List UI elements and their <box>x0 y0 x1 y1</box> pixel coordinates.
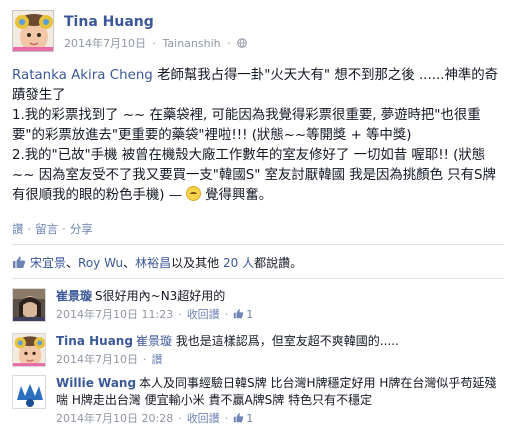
likes-summary: 宋宜景、Roy Wu、林裕昌以及其他 20 人都說讚。 <box>12 254 302 271</box>
comment-line: 崔景璇 S很好用內~N3超好用的 <box>56 288 504 305</box>
commenter-name[interactable]: Willie Wang <box>56 376 136 390</box>
post-paragraph-3: 2.我的"已故"手機 被曾在機殼大廠工作數年的室友修好了 一切如昔 喔耶!! (… <box>12 146 504 206</box>
action-separator: · <box>27 222 32 236</box>
meta-separator: · <box>227 37 231 50</box>
meta-separator: · <box>224 308 229 321</box>
post-meta: 2014年7月10日 · Tainanshih · <box>64 35 247 51</box>
liker-name[interactable]: 宋宜景 <box>30 256 66 270</box>
comment-line: Willie Wang 本人及同事經驗日韓S牌 比台灣H牌穩定好用 H牌在台灣似乎… <box>56 375 504 409</box>
liker-name[interactable]: Roy Wu <box>78 256 123 270</box>
tagged-user[interactable]: 崔景璇 <box>136 334 172 348</box>
thumbs-up-icon <box>233 309 244 319</box>
post-date[interactable]: 2014年7月10日 <box>64 37 146 50</box>
comment-text: 我也是這樣認爲，但室友超不爽韓國的..... <box>171 334 399 348</box>
meta-separator: · <box>178 308 182 321</box>
smiley-emoticon-icon <box>186 186 202 201</box>
comment-like-count[interactable]: 1 <box>246 308 253 321</box>
divider <box>12 244 504 245</box>
comment-meta: 2014年7月10日 20:28 · 收回讚 · 1 <box>56 410 504 427</box>
likes-text: 以及其他 <box>171 256 220 270</box>
commenter-name[interactable]: 崔景璇 <box>56 289 92 303</box>
commenter-avatar[interactable] <box>12 288 46 322</box>
unlike-button[interactable]: 收回讚 <box>187 308 220 321</box>
comment-button[interactable]: 留言 <box>35 222 58 236</box>
comment-meta: 2014年7月10日 · 讚 <box>56 351 504 368</box>
meta-separator: · <box>178 412 182 425</box>
action-separator: · <box>62 222 66 236</box>
mentioned-user[interactable]: Ratanka Akira Cheng <box>12 68 153 83</box>
like-button[interactable]: 讚 <box>12 222 24 236</box>
comment-text: S很好用內~N3超好用的 <box>95 289 226 303</box>
post-actions: 讚 · 留言 · 分享 <box>12 221 93 237</box>
liker-separator: 、 <box>66 256 79 270</box>
thumbs-up-icon <box>13 256 26 268</box>
comment-content: Tina Huang 崔景璇 我也是這樣認爲，但室友超不爽韓國的..... 201… <box>56 333 504 368</box>
comment-meta: 2014年7月10日 11:23 · 收回讚 · 1 <box>56 306 504 323</box>
liker-separator: 、 <box>123 256 136 270</box>
meta-separator: · <box>143 353 147 366</box>
commenter-avatar[interactable] <box>12 375 46 409</box>
post-line-2: 1.我的彩票找到了 ~~ 在藥袋裡, 可能因為我覺得彩票很重要, 夢遊時把"也很… <box>12 108 481 143</box>
author-avatar[interactable] <box>12 10 54 52</box>
unlike-button[interactable]: 收回讚 <box>187 412 220 425</box>
post-location[interactable]: Tainanshih <box>163 37 221 50</box>
comment-like-count[interactable]: 1 <box>246 412 253 425</box>
globe-icon[interactable] <box>237 38 247 48</box>
meta-separator: · <box>224 412 229 425</box>
comment-content: 崔景璇 S很好用內~N3超好用的 2014年7月10日 11:23 · 收回讚 · 1 <box>56 288 504 323</box>
meta-separator: · <box>152 37 157 50</box>
comment-line: Tina Huang 崔景璇 我也是這樣認爲，但室友超不爽韓國的..... <box>56 333 504 350</box>
post-author-name[interactable]: Tina Huang <box>64 14 154 30</box>
likes-others-link[interactable]: 20 人 <box>223 256 254 270</box>
share-button[interactable]: 分享 <box>70 222 93 236</box>
comment-content: Willie Wang 本人及同事經驗日韓S牌 比台灣H牌穩定好用 H牌在台灣似乎… <box>56 375 504 427</box>
divider <box>12 278 504 279</box>
commenter-avatar[interactable] <box>12 333 46 367</box>
post-text: Ratanka Akira Cheng 老師幫我占得一卦"火天大有" 想不到那之… <box>12 66 504 206</box>
thumbs-up-icon <box>233 413 244 423</box>
comment-time[interactable]: 2014年7月10日 20:28 <box>56 412 173 425</box>
likes-text: 都說讚。 <box>254 256 303 270</box>
commenter-name[interactable]: Tina Huang <box>56 334 133 348</box>
like-comment-button[interactable]: 讚 <box>152 353 163 366</box>
comment-time[interactable]: 2014年7月10日 <box>56 353 138 366</box>
comment-time[interactable]: 2014年7月10日 11:23 <box>56 308 173 321</box>
feeling-text: 覺得興奮。 <box>205 188 273 203</box>
post-paragraph-1: Ratanka Akira Cheng 老師幫我占得一卦"火天大有" 想不到那之… <box>12 66 504 106</box>
liker-name[interactable]: 林裕昌 <box>135 256 171 270</box>
